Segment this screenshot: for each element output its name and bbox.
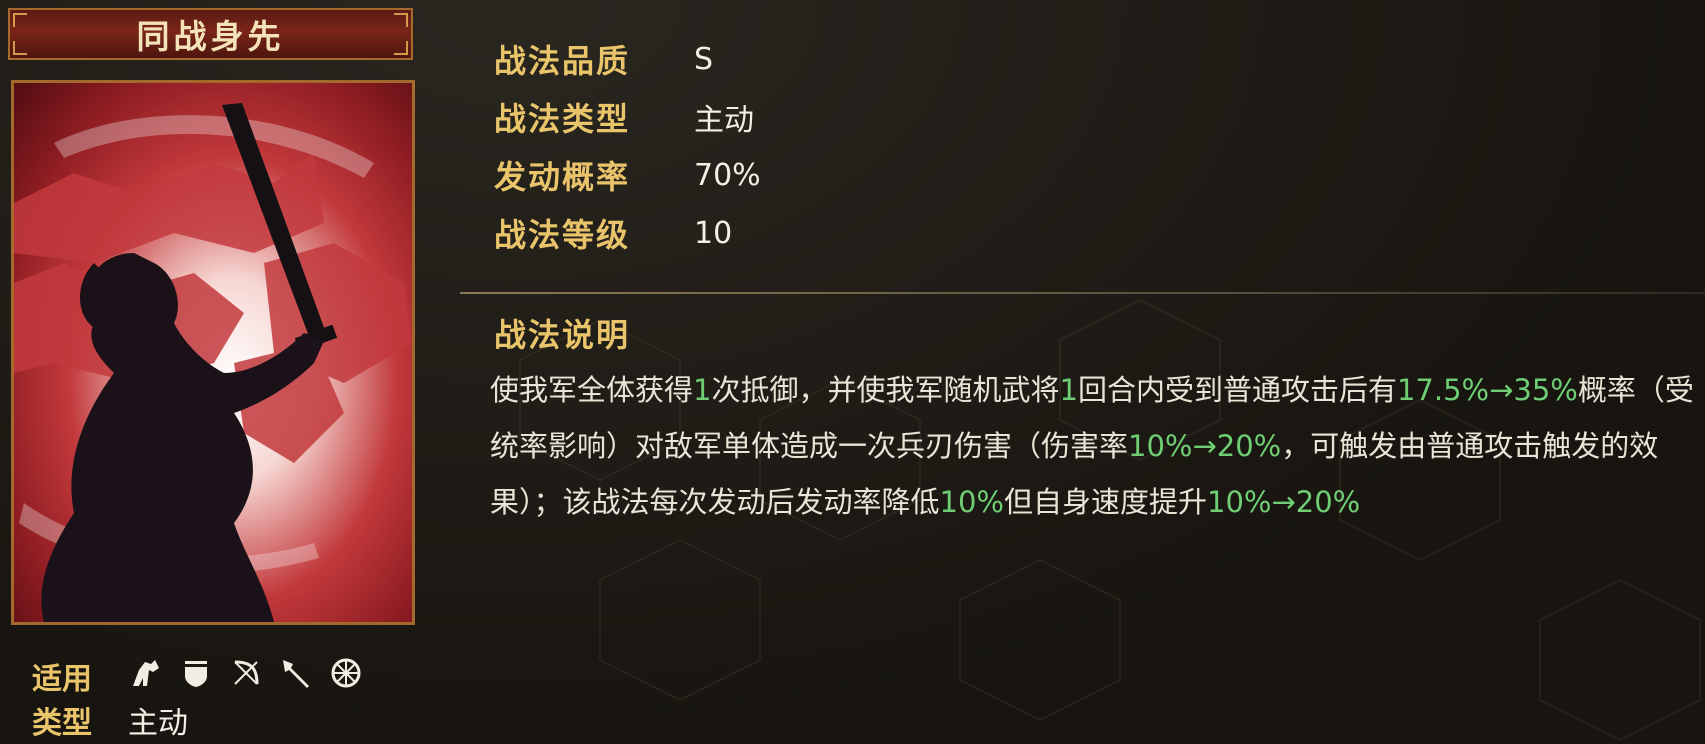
shield-icon — [178, 655, 214, 691]
type-label: 类型 — [32, 706, 92, 741]
siege-icon — [328, 655, 364, 691]
desc-highlight: 17.5%→35% — [1396, 373, 1578, 407]
desc-text: 但自身速度提升 — [1003, 485, 1207, 519]
spear-icon — [278, 655, 314, 691]
description-title: 战法说明 — [494, 316, 631, 354]
type-value: 主动 — [128, 706, 188, 741]
applicable-troop-icons — [128, 655, 364, 691]
divider — [460, 292, 1705, 294]
desc-text: 使我军全体获得 — [490, 373, 694, 407]
stat-value: 10 — [694, 215, 733, 251]
stat-value: 70% — [694, 157, 761, 193]
applicable-label: 适用 — [32, 662, 92, 697]
stat-value: 主动 — [694, 103, 754, 138]
stat-label: 战法类型 — [494, 100, 631, 138]
stat-label: 战法等级 — [494, 216, 631, 254]
skill-card-art — [11, 80, 415, 625]
stat-row-level: 战法等级 10 — [494, 208, 732, 258]
warrior-silhouette-image — [14, 83, 412, 622]
stat-row-probability: 发动概率 70% — [494, 150, 761, 200]
desc-highlight: 1 — [1059, 373, 1078, 407]
stat-label: 发动概率 — [494, 158, 631, 196]
desc-highlight: 10%→20% — [1207, 485, 1361, 519]
stat-value: S — [694, 41, 714, 77]
desc-text: 次抵御，并使我军随机武将 — [711, 373, 1060, 407]
bow-icon — [228, 655, 264, 691]
skill-description: 使我军全体获得1次抵御，并使我军随机武将1回合内受到普通攻击后有17.5%→35… — [490, 362, 1695, 530]
skill-title-banner: 同战身先 — [8, 8, 413, 60]
cavalry-icon — [128, 655, 164, 691]
desc-text: 回合内受到普通攻击后有 — [1077, 373, 1397, 407]
desc-highlight: 10%→20% — [1128, 429, 1282, 463]
desc-highlight: 1 — [693, 373, 712, 407]
stat-row-quality: 战法品质 S — [494, 34, 713, 84]
stat-row-type: 战法类型 主动 — [494, 92, 754, 142]
desc-highlight: 10% — [939, 485, 1004, 519]
skill-name: 同战身先 — [136, 17, 285, 56]
stat-label: 战法品质 — [494, 42, 631, 80]
